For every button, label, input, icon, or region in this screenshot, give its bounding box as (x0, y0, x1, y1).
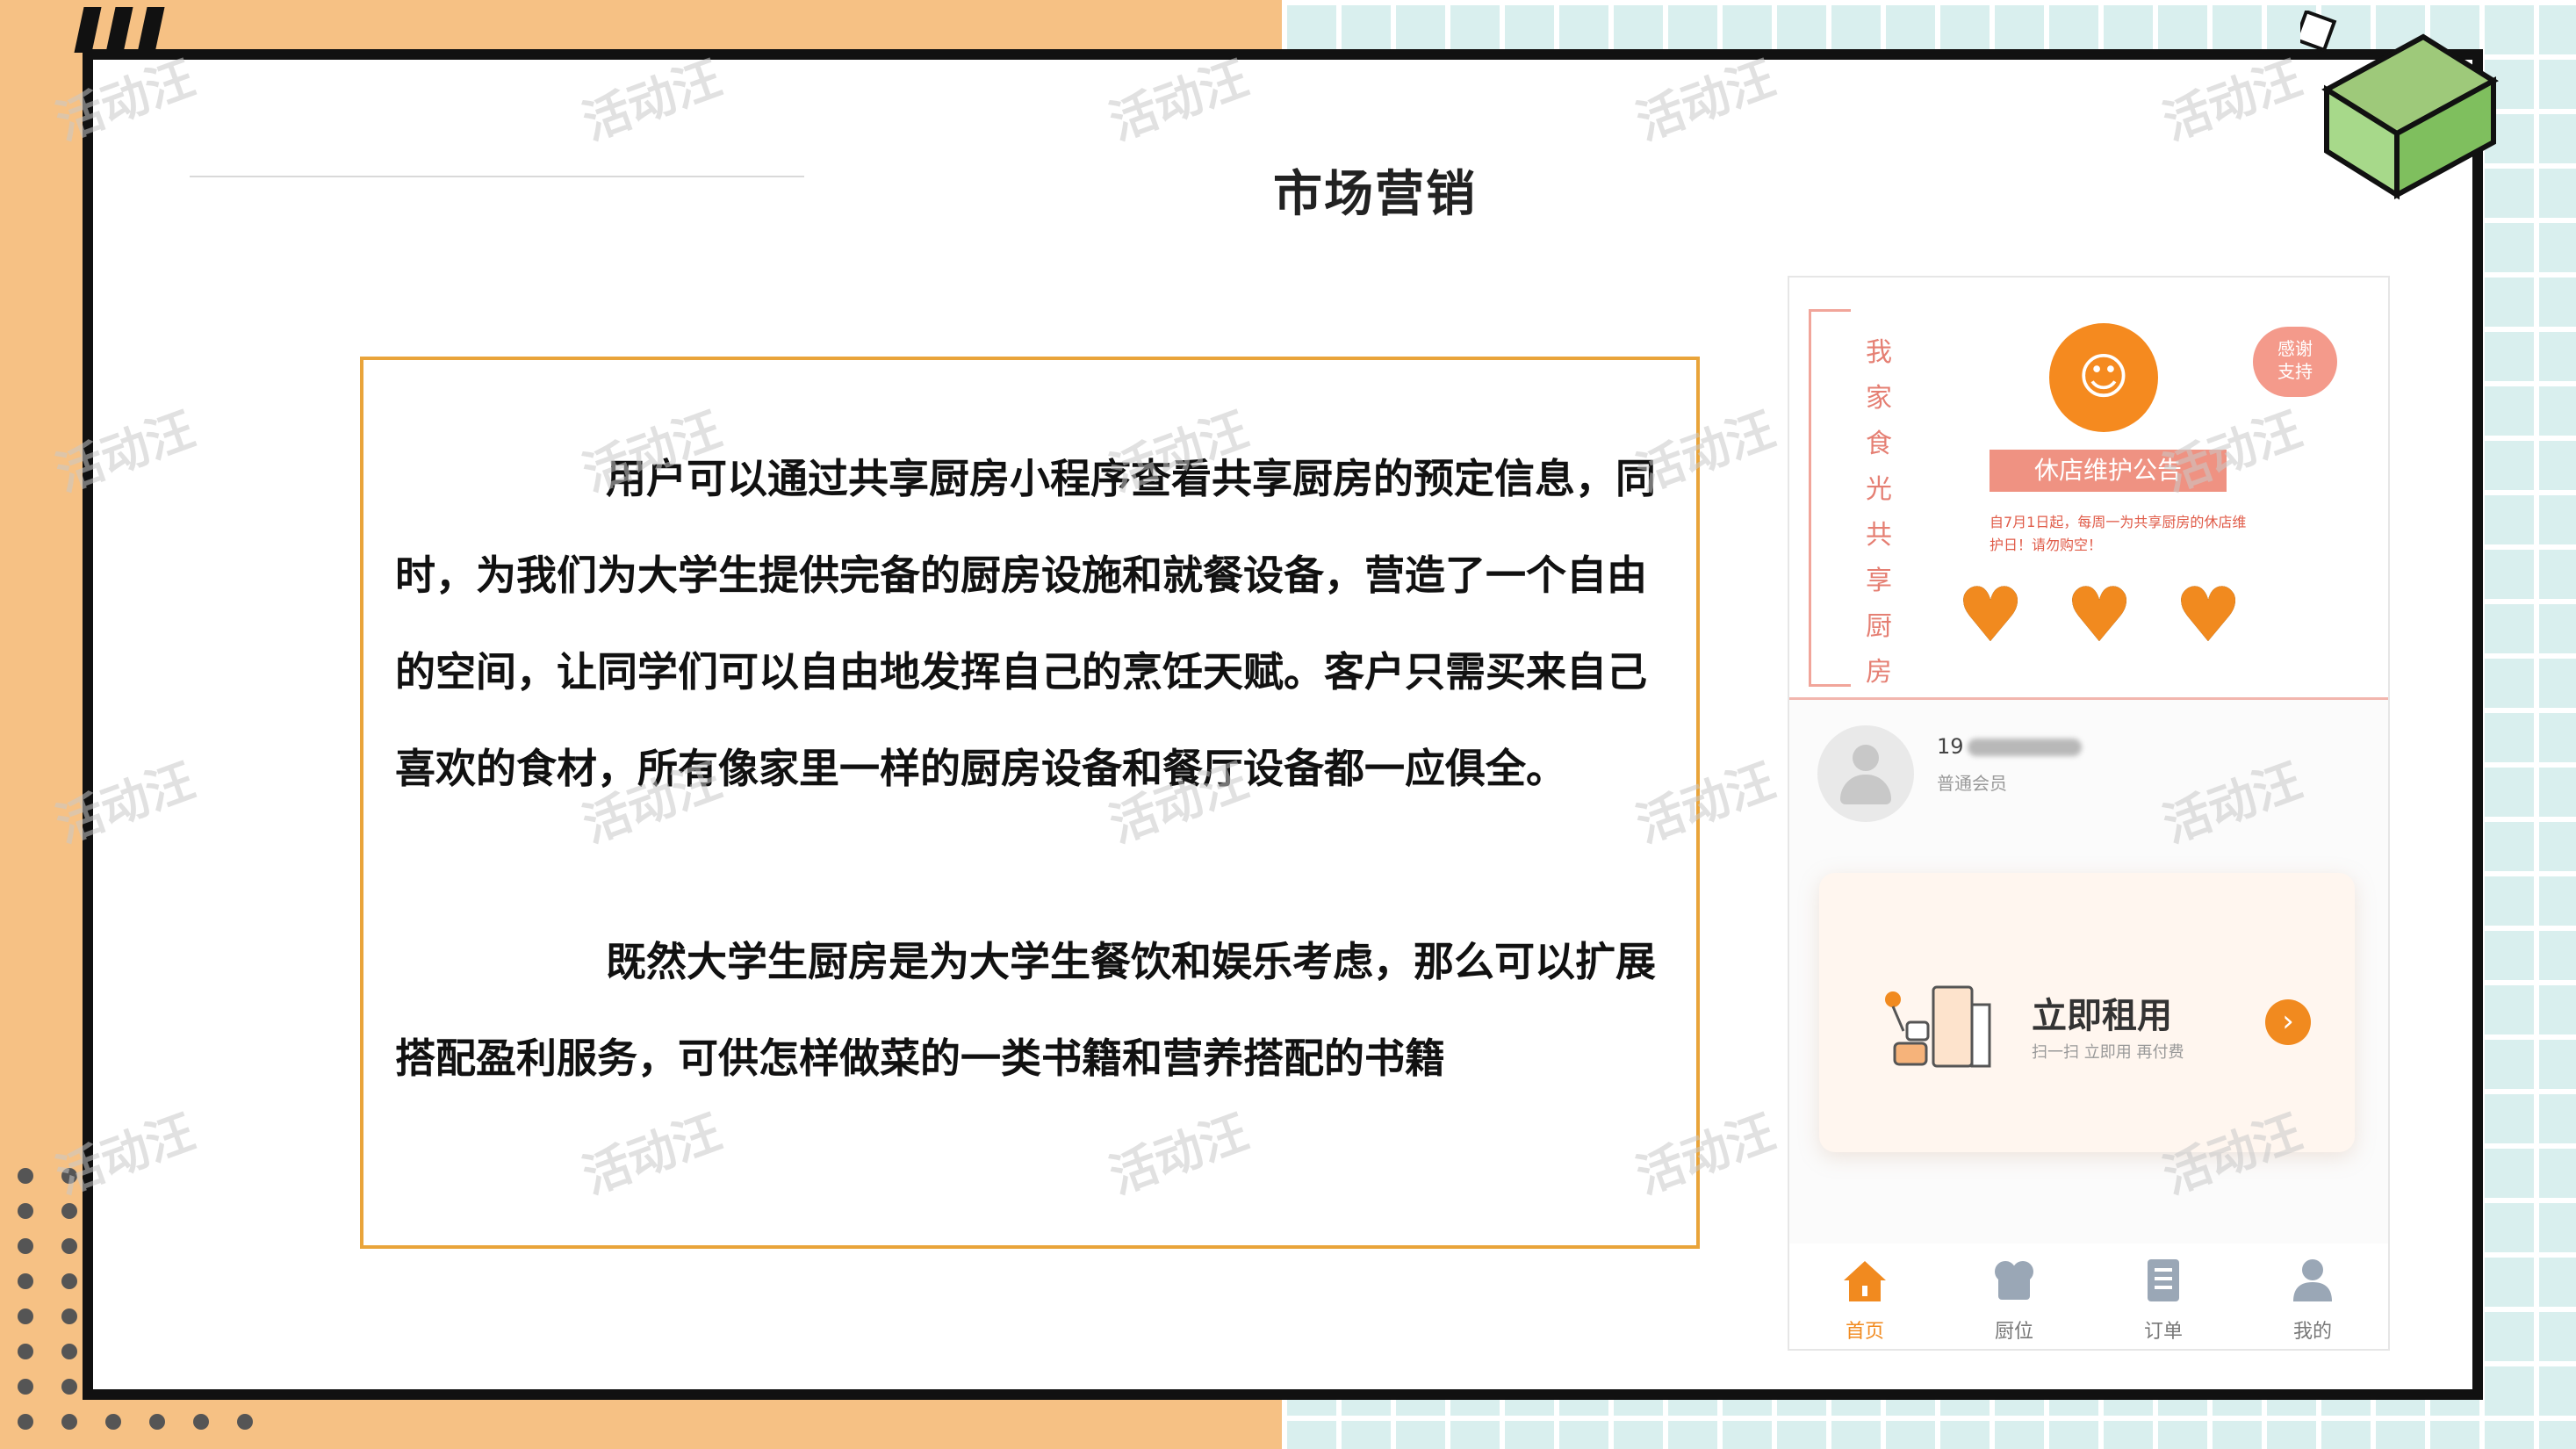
decorative-dot (18, 1273, 33, 1289)
decorative-dot (61, 1273, 77, 1289)
banner-rail (1809, 309, 1851, 687)
decorative-dot (61, 1379, 77, 1395)
decorative-dot (18, 1414, 33, 1430)
slide-title: 市场营销 (1273, 166, 1477, 223)
chef-logo-icon: ☺ (2049, 323, 2158, 432)
decorative-dot (105, 1414, 121, 1430)
rent-subtitle: 扫一扫 立即用 再付费 (2032, 1043, 2184, 1062)
decorative-dot (61, 1238, 77, 1254)
rent-title: 立即租用 (2032, 996, 2172, 1036)
decorative-dot (149, 1414, 165, 1430)
decorative-dot (61, 1414, 77, 1430)
tab-orders[interactable]: 订单 (2111, 1254, 2216, 1344)
decorative-dot (61, 1308, 77, 1324)
banner-vertical-text: 我家食光共享厨房 (1866, 337, 1892, 688)
decorative-dot (193, 1414, 209, 1430)
slide-panel: 市场营销 用户可以通过共享厨房小程序查看共享厨房的预定信息，同时，为我们为大学生… (83, 49, 2483, 1400)
tab-profile[interactable]: 我的 (2260, 1254, 2365, 1344)
heart-icon: ♥ (2174, 572, 2242, 660)
chevron-right-icon[interactable]: › (2265, 999, 2311, 1045)
home-icon (1844, 1261, 1886, 1301)
decorative-dot (237, 1414, 253, 1430)
tab-home[interactable]: 首页 (1812, 1254, 1918, 1344)
title-rule-left (190, 176, 804, 177)
heart-icon: ♥ (1956, 572, 2025, 660)
thanks-badge: 感谢 支持 (2253, 327, 2337, 397)
decorative-stripes (70, 0, 211, 53)
avatar[interactable] (1817, 725, 1914, 822)
member-level: 普通会员 (1937, 773, 2007, 794)
user-icon (2293, 1259, 2332, 1301)
heart-icon: ♥ (2065, 572, 2133, 660)
decorative-dot (18, 1344, 33, 1359)
user-phone: 19 (1937, 734, 2082, 759)
decorative-cube-icon (2300, 11, 2499, 200)
tab-bar: 首页 厨位 订单 我的 (1789, 1244, 2388, 1349)
chef-hat-icon (1995, 1261, 2033, 1300)
decorative-dot (18, 1238, 33, 1254)
order-icon (2148, 1259, 2179, 1301)
content-box: 用户可以通过共享厨房小程序查看共享厨房的预定信息，同时，为我们为大学生提供完备的… (360, 357, 1700, 1249)
paragraph-1: 用户可以通过共享厨房小程序查看共享厨房的预定信息，同时，为我们为大学生提供完备的… (395, 455, 1656, 792)
notice-banner: 我家食光共享厨房 ☺ 感谢 支持 休店维护公告 自7月1日起，每周一为共享厨房的… (1789, 278, 2388, 700)
kitchen-icon (1885, 985, 1991, 1068)
decorative-dot (18, 1308, 33, 1324)
decorative-dot (61, 1344, 77, 1359)
decorative-dot (18, 1168, 33, 1184)
tab-kitchen-station[interactable]: 厨位 (1961, 1254, 2067, 1344)
notice-body: 自7月1日起，每周一为共享厨房的休店维护日！请勿购空！ (1990, 514, 2247, 553)
decorative-dot (18, 1203, 33, 1219)
decorative-dot (18, 1379, 33, 1395)
paragraph-2: 既然大学生厨房是为大学生餐饮和娱乐考虑，那么可以扩展搭配盈利服务，可供怎样做菜的… (395, 938, 1656, 1082)
